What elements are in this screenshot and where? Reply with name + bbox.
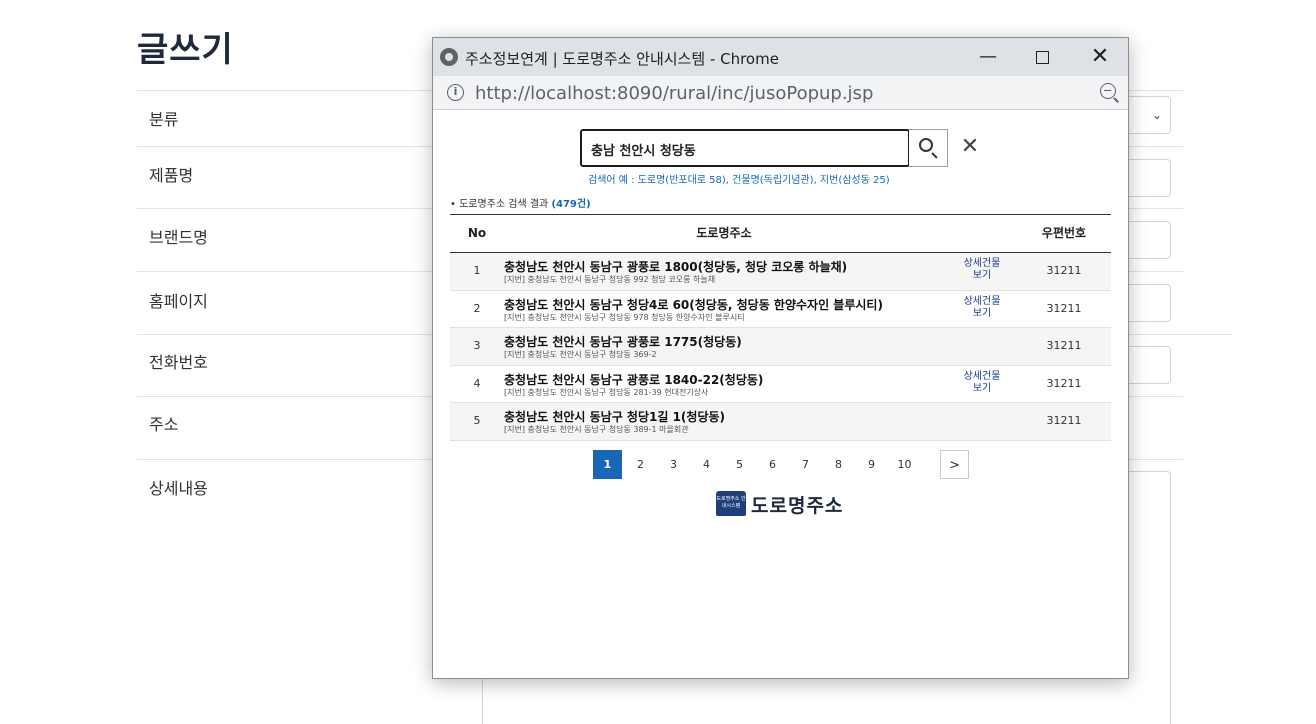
page-6-button[interactable]: 6 — [758, 450, 787, 479]
window-title: 주소정보연계 | 도로명주소 안내시스템 - Chrome — [465, 50, 779, 68]
zoom-out-icon[interactable] — [1100, 83, 1116, 99]
product-name-label: 제품명 — [149, 166, 194, 185]
row-number: 2 — [473, 301, 481, 315]
row-number: 4 — [473, 376, 481, 390]
page-7-button[interactable]: 7 — [791, 450, 820, 479]
jibun-address: [지번] 충청남도 천안시 동남구 청당동 978 청당동 한양수자인 블루시티 — [504, 312, 745, 322]
search-icon — [919, 138, 933, 152]
clear-search-button[interactable]: ✕ — [959, 134, 981, 160]
search-hint: 검색어 예 : 도로명(반포대로 58), 건물명(독립기념관), 지번(삼성동… — [588, 175, 890, 186]
table-row[interactable]: 5 충청남도 천안시 동남구 청당1길 1(청당동) [지번] 충청남도 천안시… — [450, 403, 1111, 441]
building-detail-label: 상세건물 보기 — [963, 258, 1001, 281]
details-label: 상세내용 — [149, 479, 208, 498]
jibun-address: [지번] 충청남도 천안시 동남구 청당동 281-39 현대전기상사 — [504, 387, 709, 397]
jibun-address: [지번] 충청남도 천안시 동남구 청당동 389-1 마을회관 — [504, 425, 689, 434]
zip-code: 31211 — [1046, 376, 1082, 390]
building-detail-link[interactable]: 상세건물 보기 — [950, 258, 1014, 282]
building-detail-label: 상세건물 보기 — [963, 370, 1001, 394]
page-4-button[interactable]: 4 — [692, 450, 721, 479]
phone-label: 전화번호 — [149, 353, 208, 372]
url-text[interactable]: http://localhost:8090/rural/inc/jusoPopu… — [475, 83, 873, 104]
table-row[interactable]: 2 충청남도 천안시 동남구 청당4로 60(청당동, 청당동 한양수자인 블루… — [450, 291, 1111, 328]
building-detail-link[interactable]: 상세건물 보기 — [950, 371, 1014, 395]
building-detail-label: 상세건물 보기 — [963, 295, 1001, 319]
result-count: (479건) — [551, 199, 591, 210]
building-detail-link[interactable]: 상세건물 보기 — [950, 296, 1014, 320]
road-address-link[interactable]: 충청남도 천안시 동남구 광풍로 1775(청당동) — [504, 333, 742, 350]
page-3-button[interactable]: 3 — [659, 450, 688, 479]
row-divider — [1128, 334, 1233, 335]
page-2-button[interactable]: 2 — [626, 450, 655, 479]
road-address-link[interactable]: 충청남도 천안시 동남구 광풍로 1800(청당동, 청당 코오롱 하늘채) — [504, 258, 847, 275]
chevron-down-icon: ⌄ — [1151, 108, 1162, 122]
page-1-button[interactable]: 1 — [593, 450, 622, 479]
row-number: 1 — [473, 264, 481, 277]
address-popup-window: 주소정보연계 | 도로명주소 안내시스템 - Chrome — ✕ i http… — [432, 37, 1129, 679]
address-bar[interactable]: i http://localhost:8090/rural/inc/jusoPo… — [433, 76, 1128, 110]
window-titlebar[interactable]: 주소정보연계 | 도로명주소 안내시스템 - Chrome — ✕ — [433, 38, 1128, 76]
search-button[interactable] — [909, 129, 948, 167]
results-table: No 도로명주소 우편번호 1 충청남도 천안시 동남구 광풍로 1800(청당… — [450, 214, 1111, 441]
next-page-button[interactable]: > — [940, 450, 969, 479]
row-number: 5 — [473, 414, 481, 427]
category-label: 분류 — [149, 110, 179, 129]
search-input-value: 충남 천안시 청당동 — [591, 144, 696, 159]
road-address-link[interactable]: 충청남도 천안시 동남구 청당4로 60(청당동, 청당동 한양수자인 블루시티… — [504, 296, 883, 313]
zip-code: 31211 — [1046, 339, 1082, 352]
zip-code: 31211 — [1046, 414, 1082, 427]
jibun-address: [지번] 충청남도 천안시 동남구 청당동 992 청당 코오롱 하늘채 — [504, 275, 716, 284]
page-8-button[interactable]: 8 — [824, 450, 853, 479]
maximize-button[interactable] — [1025, 44, 1059, 70]
table-row[interactable]: 1 충청남도 천안시 동남구 광풍로 1800(청당동, 청당 코오롱 하늘채)… — [450, 253, 1111, 291]
zip-code: 31211 — [1046, 264, 1082, 277]
result-label: • 도로명주소 검색 결과 — [450, 199, 549, 210]
globe-icon — [440, 48, 458, 66]
header-road-address: 도로명주소 — [696, 226, 752, 240]
zip-code: 31211 — [1046, 301, 1082, 315]
header-no: No — [467, 226, 487, 240]
homepage-label: 홈페이지 — [149, 292, 208, 311]
jibun-address: [지번] 충청남도 천안시 동남구 청당동 369-2 — [504, 350, 657, 359]
logo-badge: 도로명주소 안내시스템 — [716, 491, 746, 516]
logo-text: 도로명주소 — [751, 495, 844, 517]
maximize-icon — [1035, 51, 1049, 64]
road-address-link[interactable]: 충청남도 천안시 동남구 청당1길 1(청당동) — [504, 408, 725, 425]
result-summary: • 도로명주소 검색 결과 (479건) — [450, 195, 591, 210]
page-10-button[interactable]: 10 — [890, 450, 919, 479]
table-row[interactable]: 4 충청남도 천안시 동남구 광풍로 1840-22(청당동) [지번] 충청남… — [450, 366, 1111, 403]
row-number: 3 — [473, 339, 481, 352]
header-zip: 우편번호 — [1041, 226, 1087, 240]
minimize-button[interactable]: — — [971, 44, 1005, 70]
table-row[interactable]: 3 충청남도 천안시 동남구 광풍로 1775(청당동) [지번] 충청남도 천… — [450, 328, 1111, 366]
brand-name-label: 브랜드명 — [149, 228, 208, 247]
page-5-button[interactable]: 5 — [725, 450, 754, 479]
page-9-button[interactable]: 9 — [857, 450, 886, 479]
page-title: 글쓰기 — [137, 30, 234, 70]
address-label: 주소 — [149, 415, 179, 434]
road-address-link[interactable]: 충청남도 천안시 동남구 광풍로 1840-22(청당동) — [504, 371, 763, 388]
close-window-button[interactable]: ✕ — [1083, 44, 1117, 70]
info-icon[interactable]: i — [447, 84, 464, 101]
address-search-input[interactable]: 충남 천안시 청당동 — [580, 129, 910, 167]
